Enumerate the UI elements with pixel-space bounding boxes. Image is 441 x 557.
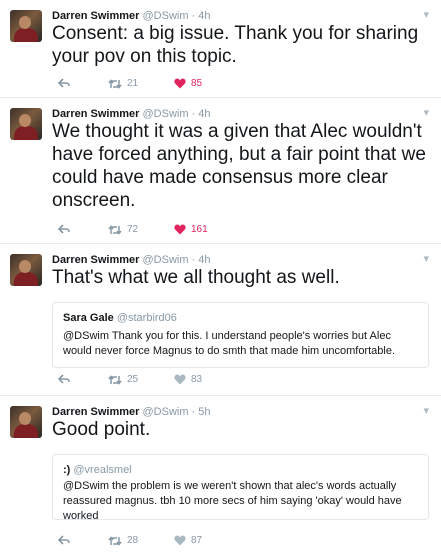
heart-icon bbox=[174, 374, 186, 385]
like-count: 85 bbox=[191, 78, 203, 89]
avatar[interactable] bbox=[10, 10, 42, 42]
quoted-author-handle: @vrealsmel bbox=[73, 464, 132, 476]
avatar[interactable] bbox=[10, 406, 42, 438]
quoted-tweet-text: @DSwim the problem is we weren't shown t… bbox=[63, 480, 402, 522]
quoted-author-name: Sara Gale bbox=[63, 312, 114, 324]
heart-icon bbox=[174, 224, 186, 235]
reply-button[interactable] bbox=[58, 78, 70, 88]
retweet-count: 28 bbox=[127, 535, 139, 546]
quoted-author-name: :) bbox=[63, 464, 71, 476]
timestamp[interactable]: 4h bbox=[198, 254, 210, 266]
retweet-button[interactable]: 72 bbox=[108, 224, 138, 235]
retweet-icon bbox=[108, 535, 122, 546]
retweet-button[interactable]: 28 bbox=[108, 535, 138, 546]
reply-button[interactable] bbox=[58, 374, 70, 384]
author-handle[interactable]: @DSwim bbox=[143, 254, 189, 266]
avatar[interactable] bbox=[10, 108, 42, 140]
tweet-text: Good point. bbox=[52, 419, 151, 440]
tweet-header: Darren Swimmer @DSwim · 4h bbox=[52, 10, 211, 22]
quoted-tweet-text: @DSwim Thank you for this. I understand … bbox=[63, 330, 396, 357]
tweet-text: We thought it was a given that Alec woul… bbox=[52, 121, 426, 211]
tweet-header: Darren Swimmer @DSwim · 5h bbox=[52, 406, 211, 418]
retweet-count: 72 bbox=[127, 224, 139, 235]
retweet-icon bbox=[108, 374, 122, 385]
author-handle[interactable]: @DSwim bbox=[143, 10, 189, 22]
like-count: 87 bbox=[191, 535, 203, 546]
quoted-tweet[interactable]: Sara Gale @starbird06 @DSwim Thank you f… bbox=[52, 302, 429, 368]
quoted-tweet[interactable]: :) @vrealsmel @DSwim the problem is we w… bbox=[52, 454, 429, 522]
retweet-count: 25 bbox=[127, 374, 139, 385]
reply-icon bbox=[58, 78, 70, 88]
retweet-button[interactable]: 21 bbox=[108, 78, 138, 89]
like-button[interactable]: 83 bbox=[174, 374, 202, 385]
tweet-text: Consent: a big issue. Thank you for shar… bbox=[52, 23, 419, 67]
author-handle[interactable]: @DSwim bbox=[143, 108, 189, 120]
reply-icon bbox=[58, 224, 70, 234]
retweet-icon bbox=[108, 224, 122, 235]
reply-button[interactable] bbox=[58, 535, 70, 545]
reply-button[interactable] bbox=[58, 224, 70, 234]
tweet[interactable]: Darren Swimmer @DSwim · 4h ▾ That's what… bbox=[0, 244, 441, 396]
avatar[interactable] bbox=[10, 254, 42, 286]
author-name[interactable]: Darren Swimmer bbox=[52, 406, 139, 418]
timestamp[interactable]: 4h bbox=[198, 10, 210, 22]
reply-icon bbox=[58, 535, 70, 545]
tweet-text: That's what we all thought as well. bbox=[52, 267, 340, 288]
like-count: 83 bbox=[191, 374, 203, 385]
author-name[interactable]: Darren Swimmer bbox=[52, 10, 139, 22]
author-name[interactable]: Darren Swimmer bbox=[52, 254, 139, 266]
chevron-down-icon[interactable]: ▾ bbox=[423, 252, 429, 265]
author-handle[interactable]: @DSwim bbox=[143, 406, 189, 418]
heart-icon bbox=[174, 535, 186, 546]
like-button[interactable]: 85 bbox=[174, 78, 202, 89]
chevron-down-icon[interactable]: ▾ bbox=[423, 106, 429, 119]
timestamp[interactable]: 5h bbox=[198, 406, 210, 418]
tweet-header: Darren Swimmer @DSwim · 4h bbox=[52, 254, 211, 266]
tweet[interactable]: Darren Swimmer @DSwim · 5h ▾ Good point.… bbox=[0, 396, 441, 557]
like-button[interactable]: 87 bbox=[174, 535, 202, 546]
tweet-header: Darren Swimmer @DSwim · 4h bbox=[52, 108, 211, 120]
retweet-button[interactable]: 25 bbox=[108, 374, 138, 385]
timestamp[interactable]: 4h bbox=[198, 108, 210, 120]
quoted-tweet-header: :) @vrealsmel bbox=[63, 463, 418, 478]
heart-icon bbox=[174, 78, 186, 89]
chevron-down-icon[interactable]: ▾ bbox=[423, 8, 429, 21]
chevron-down-icon[interactable]: ▾ bbox=[423, 404, 429, 417]
like-count: 161 bbox=[191, 224, 208, 235]
retweet-count: 21 bbox=[127, 78, 139, 89]
like-button[interactable]: 161 bbox=[174, 224, 208, 235]
reply-icon bbox=[58, 374, 70, 384]
retweet-icon bbox=[108, 78, 122, 89]
tweet[interactable]: Darren Swimmer @DSwim · 4h ▾ We thought … bbox=[0, 98, 441, 244]
tweet[interactable]: Darren Swimmer @DSwim · 4h ▾ Consent: a … bbox=[0, 0, 441, 98]
quoted-tweet-header: Sara Gale @starbird06 bbox=[63, 311, 418, 326]
quoted-author-handle: @starbird06 bbox=[116, 312, 177, 324]
author-name[interactable]: Darren Swimmer bbox=[52, 108, 139, 120]
